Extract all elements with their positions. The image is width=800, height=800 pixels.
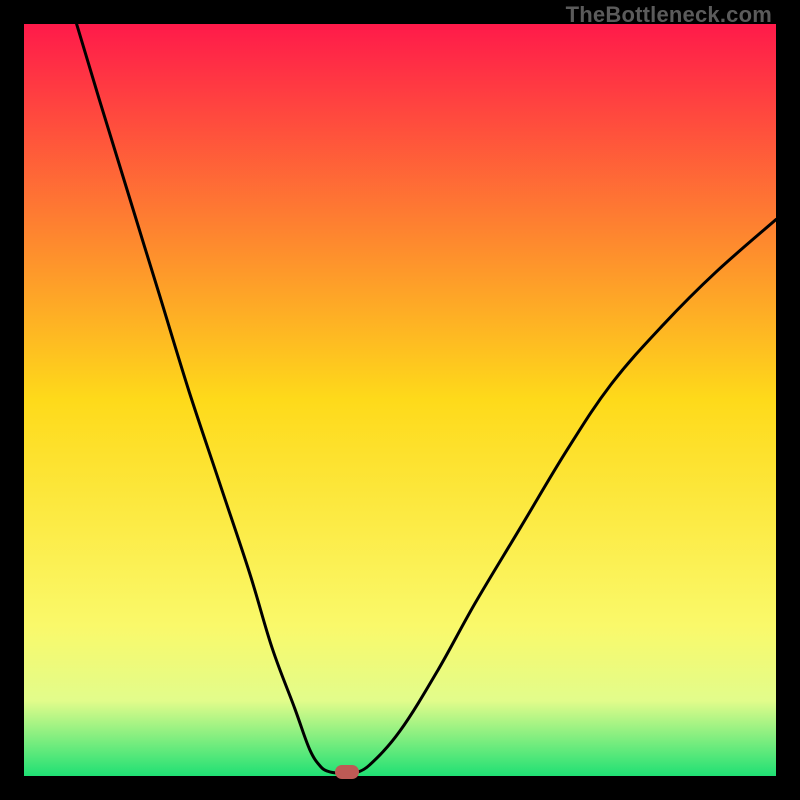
bottleneck-marker — [335, 765, 359, 779]
chart-svg — [24, 24, 776, 776]
chart-frame — [24, 24, 776, 776]
gradient-background — [24, 24, 776, 776]
